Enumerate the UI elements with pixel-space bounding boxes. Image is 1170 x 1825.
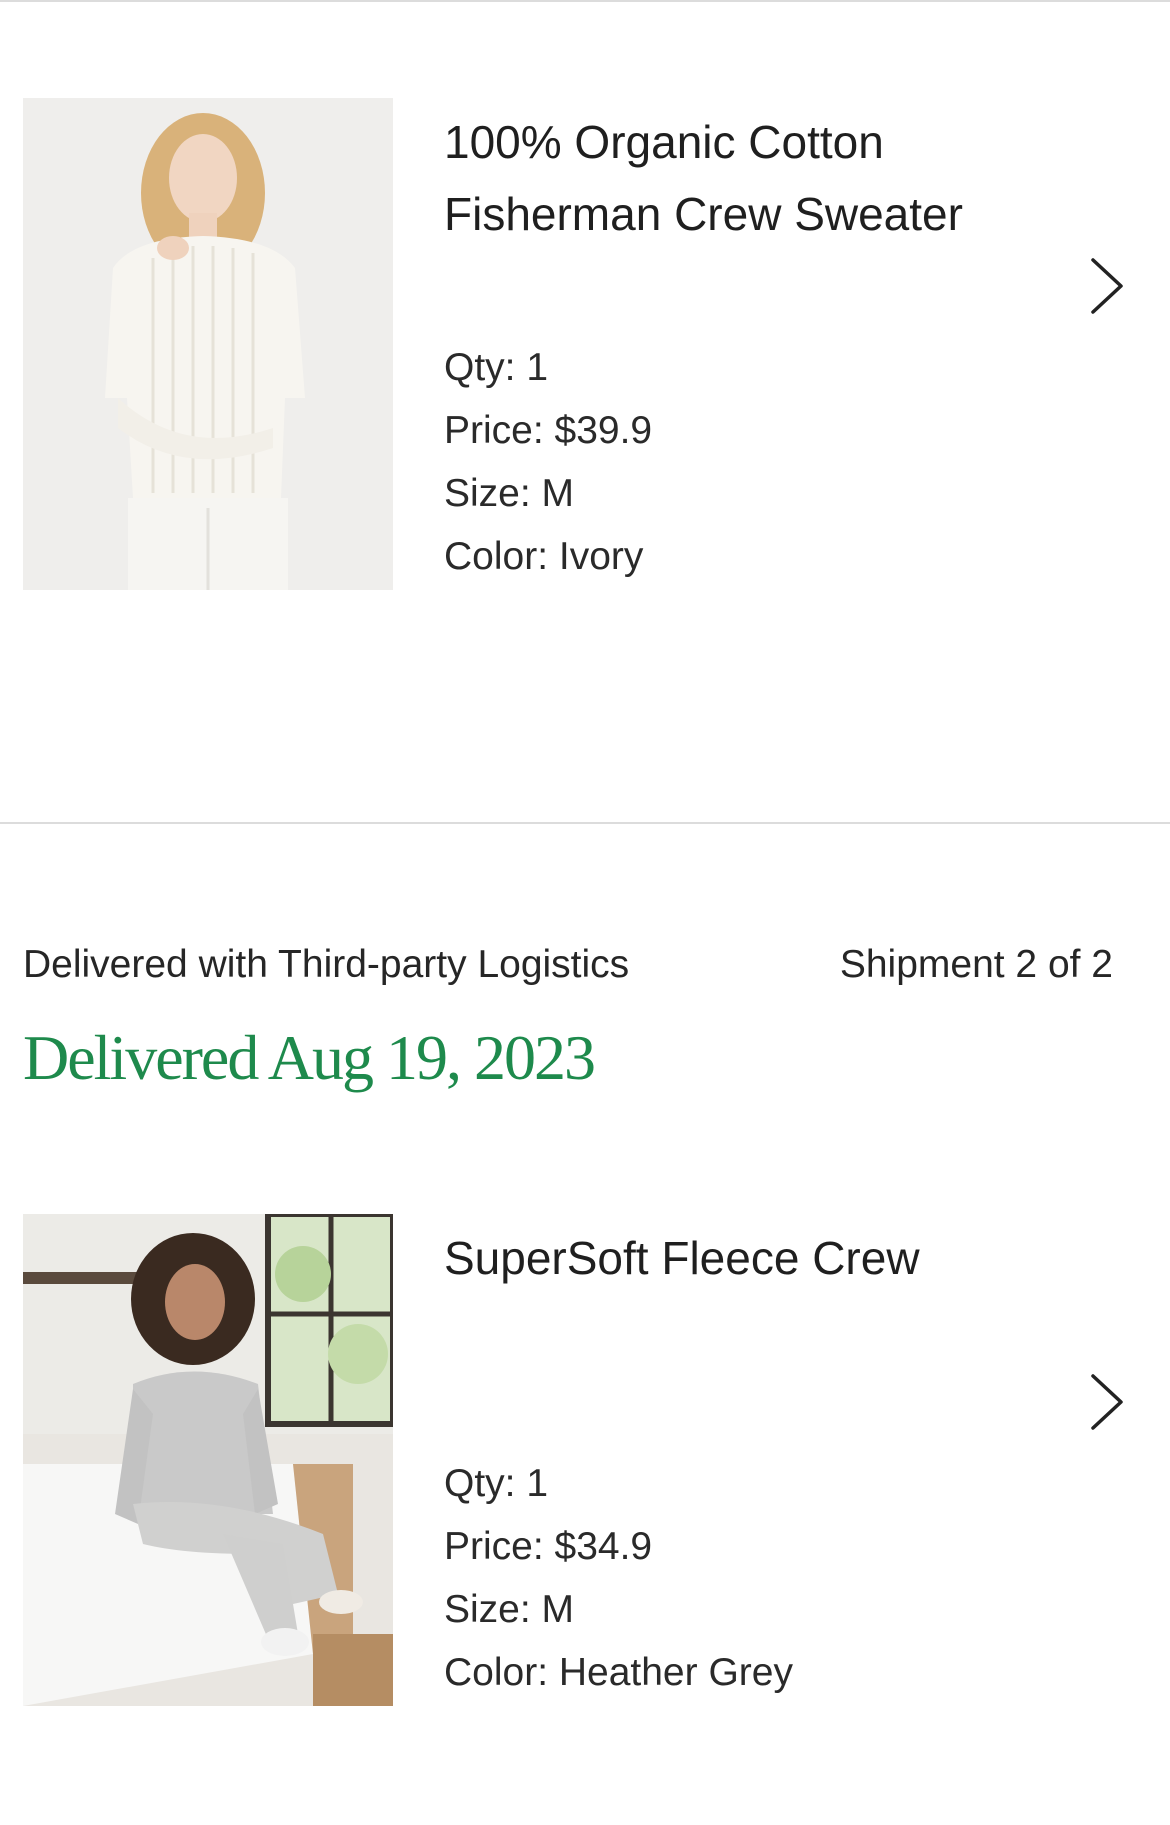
product-size: Size: M <box>444 1588 575 1631</box>
top-divider <box>0 0 1170 2</box>
product-name-line-1: SuperSoft Fleece Crew <box>444 1232 920 1284</box>
product-price: Price: $39.9 <box>444 409 653 452</box>
product-color: Color: Heather Grey <box>444 1651 793 1694</box>
product-details: Qty: 1 Price: $39.9 Size: M Color: Ivory <box>444 336 1044 588</box>
product-image-ivory-sweater[interactable] <box>23 98 393 590</box>
product-qty: Qty: 1 <box>444 346 549 389</box>
shipment-header: Delivered with Third-party Logistics Shi… <box>23 940 1113 1000</box>
product-size: Size: M <box>444 472 575 515</box>
product-details: Qty: 1 Price: $34.9 Size: M Color: Heath… <box>444 1452 1044 1704</box>
product-color: Color: Ivory <box>444 535 644 578</box>
shipment-count: Shipment 2 of 2 <box>839 943 1113 986</box>
section-divider <box>0 822 1170 824</box>
product-name-line-2: Fisherman Crew Sweater <box>444 188 963 240</box>
product-price: Price: $34.9 <box>444 1525 653 1568</box>
product-qty: Qty: 1 <box>444 1462 549 1505</box>
product-name[interactable]: 100% Organic Cotton Fisherman Crew Sweat… <box>444 106 1044 250</box>
chevron-right-icon[interactable] <box>1085 256 1129 316</box>
product-name-line-1: 100% Organic Cotton <box>444 116 884 168</box>
chevron-right-icon[interactable] <box>1085 1372 1129 1432</box>
product-image-grey-fleece[interactable] <box>23 1214 393 1706</box>
product-name[interactable]: SuperSoft Fleece Crew <box>444 1222 1044 1294</box>
shipment-carrier: Delivered with Third-party Logistics <box>23 943 630 986</box>
delivery-status: Delivered Aug 19, 2023 <box>23 1022 596 1093</box>
